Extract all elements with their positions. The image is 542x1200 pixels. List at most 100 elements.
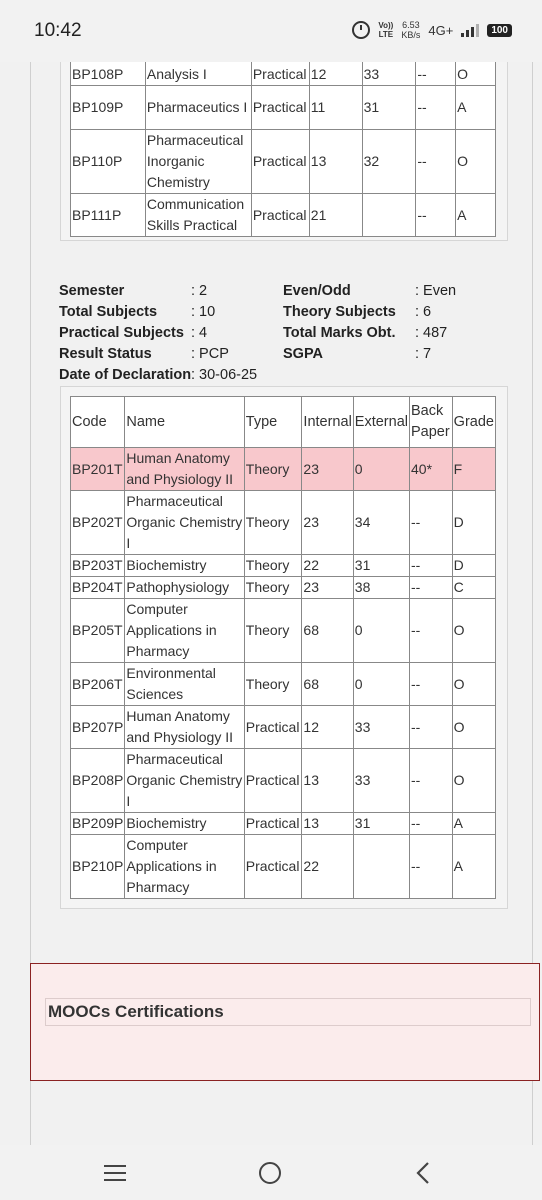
subject-code: BP111P	[70, 193, 146, 237]
grade: D	[451, 490, 497, 555]
back-paper: --	[415, 62, 457, 86]
result-status-label: Result Status	[59, 346, 152, 362]
back-paper: --	[409, 554, 453, 577]
external-marks: 33	[352, 748, 411, 813]
internal-marks: 21	[308, 193, 363, 237]
external-marks: 31	[352, 812, 411, 835]
semester-label: Semester	[59, 283, 125, 299]
back-icon[interactable]	[405, 1159, 445, 1187]
back-paper: --	[409, 705, 453, 749]
subject-type: Practical	[243, 812, 303, 835]
internal-marks: 13	[308, 129, 363, 194]
subject-name: Environmental Sciences	[124, 662, 245, 706]
subject-name: Pathophysiology	[124, 576, 245, 599]
page-content[interactable]: BP108P Pharmaceutical Analysis I Practic…	[0, 62, 542, 1145]
sgpa-label: SGPA	[283, 346, 324, 362]
back-paper: --	[409, 834, 453, 899]
navigation-bar	[0, 1145, 542, 1200]
table-row: BP203T Biochemistry Theory 22 31 -- D	[69, 554, 497, 577]
result-status-value: : PCP	[191, 346, 229, 362]
back-paper: --	[409, 662, 453, 706]
practical-subjects-value: : 4	[191, 325, 208, 341]
grade: O	[455, 62, 496, 86]
subject-type: Practical	[250, 85, 310, 130]
grade: O	[451, 598, 497, 663]
grade: C	[451, 576, 497, 599]
internal-marks: 12	[308, 62, 363, 86]
grade: F	[451, 447, 497, 491]
table-row: BP207P Human Anatomy and Physiology II Pra…	[69, 705, 497, 749]
theory-subjects-value: : 6	[415, 304, 432, 320]
table-row: BP110P Pharmaceutical Inorganic Chemistr…	[70, 129, 496, 194]
recent-apps-icon[interactable]	[96, 1159, 136, 1187]
grade: A	[451, 834, 497, 899]
internal-marks: 23	[301, 447, 354, 491]
declaration-label: Date of Declaration	[59, 367, 192, 383]
grade: A	[451, 812, 497, 835]
subject-name: Pharmaceutical Organic Chemistry I	[124, 748, 245, 813]
table-header-row: Code Name Type Internal External Back Pa…	[69, 396, 497, 448]
back-paper: --	[415, 85, 457, 130]
table-row: BP109P Pharmaceutics I Practical 11 31 -…	[70, 85, 496, 130]
practical-subjects-label: Practical Subjects	[59, 325, 184, 341]
back-paper: --	[409, 576, 453, 599]
external-marks: 0	[352, 662, 411, 706]
back-paper: --	[415, 129, 457, 194]
back-paper: --	[409, 812, 453, 835]
subject-code: BP208P	[69, 748, 126, 813]
subject-name: Biochemistry	[124, 554, 245, 577]
back-paper: --	[415, 193, 457, 237]
subject-name: Pharmaceutical Organic Chemistry I	[124, 490, 245, 555]
external-marks	[361, 193, 417, 237]
clock: 10:42	[34, 20, 82, 41]
moocs-section: MOOCs Certifications	[30, 963, 540, 1081]
external-marks: 0	[352, 598, 411, 663]
external-marks: 32	[361, 129, 417, 194]
signal-icon	[461, 23, 480, 37]
column-header-type: Type	[243, 396, 303, 448]
table-row: BP201T Human Anatomy and Physiology II The…	[69, 447, 497, 491]
column-header-internal: Internal	[301, 396, 354, 448]
subject-code: BP204T	[69, 576, 126, 599]
subject-code: BP206T	[69, 662, 126, 706]
grade: O	[451, 748, 497, 813]
subject-type: Theory	[243, 554, 303, 577]
total-marks-label: Total Marks Obt.	[283, 325, 396, 341]
external-marks: 33	[361, 62, 417, 86]
status-icons: Vo)) LTE 6.53 KB/s 4G+ 100	[352, 20, 512, 40]
subject-code: BP109P	[70, 85, 146, 130]
moocs-title: MOOCs Certifications	[45, 998, 531, 1026]
column-header-external: External	[352, 396, 411, 448]
subject-type: Practical	[243, 834, 303, 899]
subject-name: Computer Applications in Pharmacy	[124, 598, 245, 663]
status-bar: 10:42 Vo)) LTE 6.53 KB/s 4G+ 100	[0, 0, 542, 62]
external-marks: 0	[352, 447, 411, 491]
even-odd-label: Even/Odd	[283, 283, 351, 299]
external-marks: 34	[352, 490, 411, 555]
table-row: BP206T Environmental Sciences Theory 68 0 -- O	[69, 662, 497, 706]
internal-marks: 22	[301, 554, 354, 577]
table-row: BP111P Communication Skills Practical Pr…	[70, 193, 496, 237]
alarm-icon	[352, 21, 371, 39]
subject-type: Practical	[243, 748, 303, 813]
internal-marks: 11	[308, 85, 363, 130]
column-header-grade: Grade	[451, 396, 497, 448]
internal-marks: 13	[301, 748, 354, 813]
grade: D	[451, 554, 497, 577]
external-marks: 38	[352, 576, 411, 599]
table-row: BP205T Computer Applications in Pharmacy T…	[69, 598, 497, 663]
declaration-value: : 30-06-25	[191, 367, 258, 383]
internal-marks: 13	[301, 812, 354, 835]
subject-type: Theory	[243, 490, 303, 555]
table-row: BP204T Pathophysiology Theory 23 38 -- C	[69, 576, 497, 599]
subject-code: BP207P	[69, 705, 126, 749]
home-icon[interactable]	[251, 1159, 291, 1187]
grade: A	[455, 193, 496, 237]
column-header-name: Name	[124, 396, 245, 448]
table-row: BP202T Pharmaceutical Organic Chemistry I…	[69, 490, 497, 555]
internal-marks: 23	[301, 490, 354, 555]
table-row: BP210P Computer Applications in Pharmacy P…	[69, 834, 497, 899]
back-paper: --	[409, 490, 453, 555]
back-paper: --	[409, 748, 453, 813]
external-marks: 33	[352, 705, 411, 749]
